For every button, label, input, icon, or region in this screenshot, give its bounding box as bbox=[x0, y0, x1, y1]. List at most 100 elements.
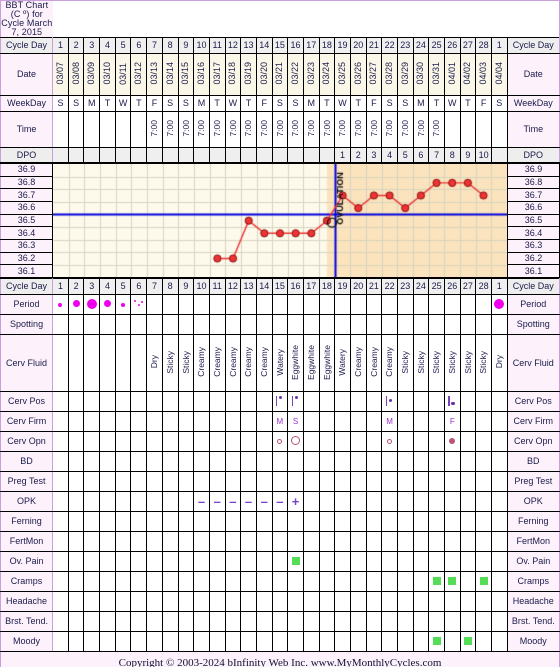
cerv_firm-cell-col11[interactable] bbox=[224, 411, 242, 432]
cerv_fluid-cell-col22[interactable]: Sticky bbox=[396, 334, 414, 392]
brst_tend-cell-col16[interactable] bbox=[302, 611, 320, 632]
preg_test-cell-col17[interactable] bbox=[318, 471, 336, 492]
spotting-cell-col8[interactable] bbox=[177, 314, 195, 335]
headache-cell-col4[interactable] bbox=[114, 591, 132, 612]
spotting-cell-col3[interactable] bbox=[99, 314, 116, 335]
moody-cell-col5[interactable] bbox=[130, 631, 148, 652]
cerv_pos-cell-col7[interactable] bbox=[161, 391, 179, 412]
cerv_firm-cell-col28[interactable] bbox=[490, 411, 508, 432]
cerv_fluid-cell-col5[interactable] bbox=[130, 334, 148, 392]
ov_pain-cell-col17[interactable] bbox=[318, 551, 336, 572]
fertmon-cell-col7[interactable] bbox=[161, 531, 179, 552]
period-cell-col8[interactable] bbox=[177, 294, 195, 315]
cerv_opn-cell-col21[interactable] bbox=[381, 431, 398, 452]
cerv_opn-cell-col2[interactable] bbox=[83, 431, 101, 452]
ov_pain-cell-col2[interactable] bbox=[83, 551, 101, 572]
fertmon-cell-col18[interactable] bbox=[334, 531, 351, 552]
period-cell-col25[interactable] bbox=[443, 294, 461, 315]
opk-cell-col12[interactable]: – bbox=[240, 491, 257, 512]
ov_pain-cell-col27[interactable] bbox=[475, 551, 492, 572]
bd-cell-col3[interactable] bbox=[99, 451, 116, 472]
moody-cell-col11[interactable] bbox=[224, 631, 242, 652]
cerv_pos-cell-col20[interactable] bbox=[365, 391, 383, 412]
ferning-cell-col17[interactable] bbox=[318, 511, 336, 532]
brst_tend-cell-col4[interactable] bbox=[114, 611, 132, 632]
moody-cell-col19[interactable] bbox=[349, 631, 367, 652]
bd-cell-col2[interactable] bbox=[83, 451, 101, 472]
preg_test-cell-col9[interactable] bbox=[193, 471, 210, 492]
ferning-cell-col7[interactable] bbox=[161, 511, 179, 532]
cerv_pos-cell-col18[interactable] bbox=[334, 391, 351, 412]
fertmon-cell-col19[interactable] bbox=[349, 531, 367, 552]
fertmon-cell-col24[interactable] bbox=[428, 531, 445, 552]
cerv_fluid-cell-col8[interactable]: Sticky bbox=[177, 334, 195, 392]
ferning-cell-col0[interactable] bbox=[52, 511, 69, 532]
ferning-cell-col23[interactable] bbox=[412, 511, 430, 532]
headache-cell-col19[interactable] bbox=[349, 591, 367, 612]
cerv_firm-cell-col13[interactable] bbox=[255, 411, 273, 432]
spotting-cell-col28[interactable] bbox=[490, 314, 508, 335]
cerv_pos-cell-col0[interactable] bbox=[52, 391, 69, 412]
preg_test-cell-col5[interactable] bbox=[130, 471, 148, 492]
cramps-cell-col17[interactable] bbox=[318, 571, 336, 592]
cramps-cell-col5[interactable] bbox=[130, 571, 148, 592]
moody-cell-col12[interactable] bbox=[240, 631, 257, 652]
cerv_firm-cell-col8[interactable] bbox=[177, 411, 195, 432]
moody-cell-col7[interactable] bbox=[161, 631, 179, 652]
fertmon-cell-col25[interactable] bbox=[443, 531, 461, 552]
headache-cell-col2[interactable] bbox=[83, 591, 101, 612]
opk-cell-col28[interactable] bbox=[490, 491, 508, 512]
ferning-cell-col20[interactable] bbox=[365, 511, 383, 532]
preg_test-cell-col6[interactable] bbox=[146, 471, 163, 492]
cerv_fluid-cell-col25[interactable]: Sticky bbox=[443, 334, 461, 392]
headache-cell-col25[interactable] bbox=[443, 591, 461, 612]
cerv_opn-cell-col19[interactable] bbox=[349, 431, 367, 452]
cerv_fluid-cell-col1[interactable] bbox=[67, 334, 85, 392]
cerv_firm-cell-col20[interactable] bbox=[365, 411, 383, 432]
headache-cell-col27[interactable] bbox=[475, 591, 492, 612]
opk-cell-col0[interactable] bbox=[52, 491, 69, 512]
spotting-cell-col27[interactable] bbox=[475, 314, 492, 335]
headache-cell-col12[interactable] bbox=[240, 591, 257, 612]
spotting-cell-col16[interactable] bbox=[302, 314, 320, 335]
spotting-cell-col21[interactable] bbox=[381, 314, 398, 335]
cerv_pos-cell-col19[interactable] bbox=[349, 391, 367, 412]
preg_test-cell-col0[interactable] bbox=[52, 471, 69, 492]
cerv_fluid-cell-col13[interactable]: Creamy bbox=[255, 334, 273, 392]
spotting-cell-col9[interactable] bbox=[193, 314, 210, 335]
preg_test-cell-col25[interactable] bbox=[443, 471, 461, 492]
fertmon-cell-col8[interactable] bbox=[177, 531, 195, 552]
preg_test-cell-col8[interactable] bbox=[177, 471, 195, 492]
moody-cell-col4[interactable] bbox=[114, 631, 132, 652]
headache-cell-col28[interactable] bbox=[490, 591, 508, 612]
cerv_fluid-cell-col16[interactable]: Eggwhite bbox=[302, 334, 320, 392]
spotting-cell-col6[interactable] bbox=[146, 314, 163, 335]
moody-cell-col13[interactable] bbox=[255, 631, 273, 652]
preg_test-cell-col27[interactable] bbox=[475, 471, 492, 492]
headache-cell-col24[interactable] bbox=[428, 591, 445, 612]
opk-cell-col1[interactable] bbox=[67, 491, 85, 512]
opk-cell-col8[interactable] bbox=[177, 491, 195, 512]
cerv_pos-cell-col9[interactable] bbox=[193, 391, 210, 412]
moody-cell-col27[interactable] bbox=[475, 631, 492, 652]
cerv_pos-cell-col10[interactable] bbox=[208, 391, 226, 412]
brst_tend-cell-col19[interactable] bbox=[349, 611, 367, 632]
opk-cell-col20[interactable] bbox=[365, 491, 383, 512]
ferning-cell-col26[interactable] bbox=[459, 511, 477, 532]
ferning-cell-col28[interactable] bbox=[490, 511, 508, 532]
cerv_pos-cell-col12[interactable] bbox=[240, 391, 257, 412]
cerv_firm-cell-col21[interactable]: M bbox=[381, 411, 398, 432]
brst_tend-cell-col12[interactable] bbox=[240, 611, 257, 632]
bd-cell-col8[interactable] bbox=[177, 451, 195, 472]
moody-cell-col17[interactable] bbox=[318, 631, 336, 652]
opk-cell-col19[interactable] bbox=[349, 491, 367, 512]
bd-cell-col27[interactable] bbox=[475, 451, 492, 472]
headache-cell-col23[interactable] bbox=[412, 591, 430, 612]
preg_test-cell-col14[interactable] bbox=[271, 471, 289, 492]
fertmon-cell-col23[interactable] bbox=[412, 531, 430, 552]
brst_tend-cell-col15[interactable] bbox=[287, 611, 304, 632]
preg_test-cell-col1[interactable] bbox=[67, 471, 85, 492]
period-cell-col13[interactable] bbox=[255, 294, 273, 315]
cramps-cell-col21[interactable] bbox=[381, 571, 398, 592]
preg_test-cell-col12[interactable] bbox=[240, 471, 257, 492]
